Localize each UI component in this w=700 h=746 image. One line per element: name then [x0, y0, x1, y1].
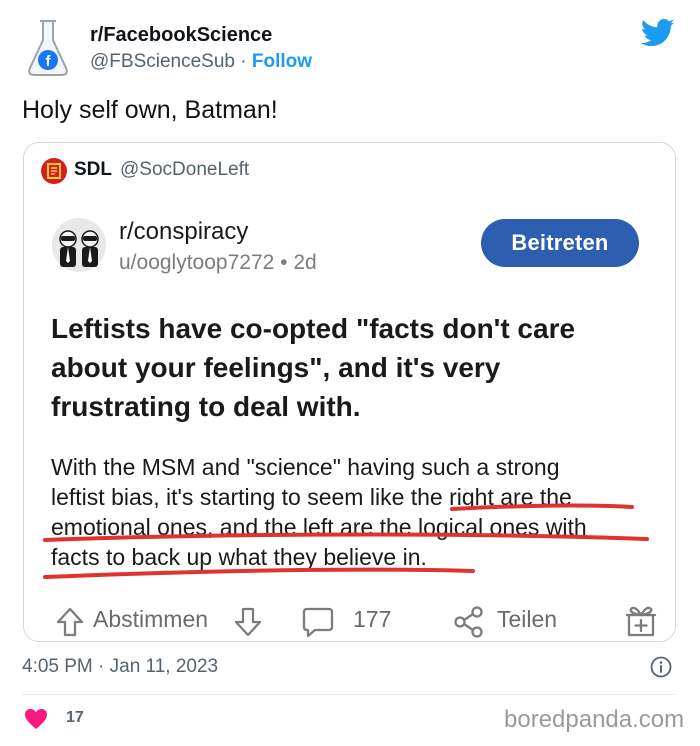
join-button: Beitreten: [481, 219, 639, 267]
body-line: emotional ones, and the left are the log…: [51, 514, 587, 540]
upvote-icon: [56, 607, 84, 637]
footer-divider: [22, 694, 676, 695]
comment-icon: [302, 607, 334, 638]
like-count[interactable]: 17: [66, 709, 84, 727]
post-meta: u/ooglytoop7272 • 2d: [119, 251, 317, 275]
post-title: Leftists have co-opted "facts don't care…: [51, 313, 576, 422]
quote-author-name[interactable]: SDL: [74, 159, 112, 181]
author-name[interactable]: r/FacebookScience: [90, 24, 272, 47]
meta-dot: •: [274, 251, 294, 274]
follow-button[interactable]: Follow: [252, 51, 312, 72]
post-body: With the MSM and "science" having such a…: [51, 452, 651, 572]
watermark: boredpanda.com: [504, 706, 685, 733]
share-label: Teilen: [497, 606, 558, 632]
sdl-logo-icon: [41, 158, 67, 184]
info-icon[interactable]: [650, 656, 672, 678]
flask-facebook-avatar[interactable]: f: [22, 18, 74, 78]
reddit-post-screenshot: r/conspiracy u/ooglytoop7272 • 2d Beitre…: [25, 201, 675, 641]
quoted-tweet[interactable]: SDL @SocDoneLeft r/conspiracy u/ooglytoo…: [23, 142, 676, 642]
gift-icon: [625, 606, 657, 637]
reddit-avatar: [52, 218, 106, 272]
heart-icon[interactable]: [24, 708, 48, 730]
comment-count: 177: [353, 606, 392, 632]
body-line: facts to back up what they believe in.: [51, 544, 427, 570]
body-line: With the MSM and "science" having such a…: [51, 454, 560, 480]
subreddit-name: r/conspiracy: [119, 218, 249, 245]
post-age: 2d: [293, 251, 317, 274]
quote-author-handle[interactable]: @SocDoneLeft: [120, 159, 249, 181]
downvote-icon: [234, 607, 262, 637]
author-line: @FBScienceSub · Follow: [90, 51, 312, 73]
vote-label: Abstimmen: [93, 606, 209, 632]
twitter-bird-icon[interactable]: [641, 18, 675, 48]
tweet-text: Holy self own, Batman!: [22, 96, 278, 124]
share-icon: [454, 606, 483, 638]
tweet-timestamp[interactable]: 4:05 PM · Jan 11, 2023: [22, 656, 218, 678]
handle-separator: ·: [234, 51, 252, 72]
body-line: leftist bias, it's starting to seem like…: [51, 484, 572, 510]
author-handle[interactable]: @FBScienceSub: [90, 51, 235, 72]
post-username: u/ooglytoop7272: [119, 251, 275, 274]
